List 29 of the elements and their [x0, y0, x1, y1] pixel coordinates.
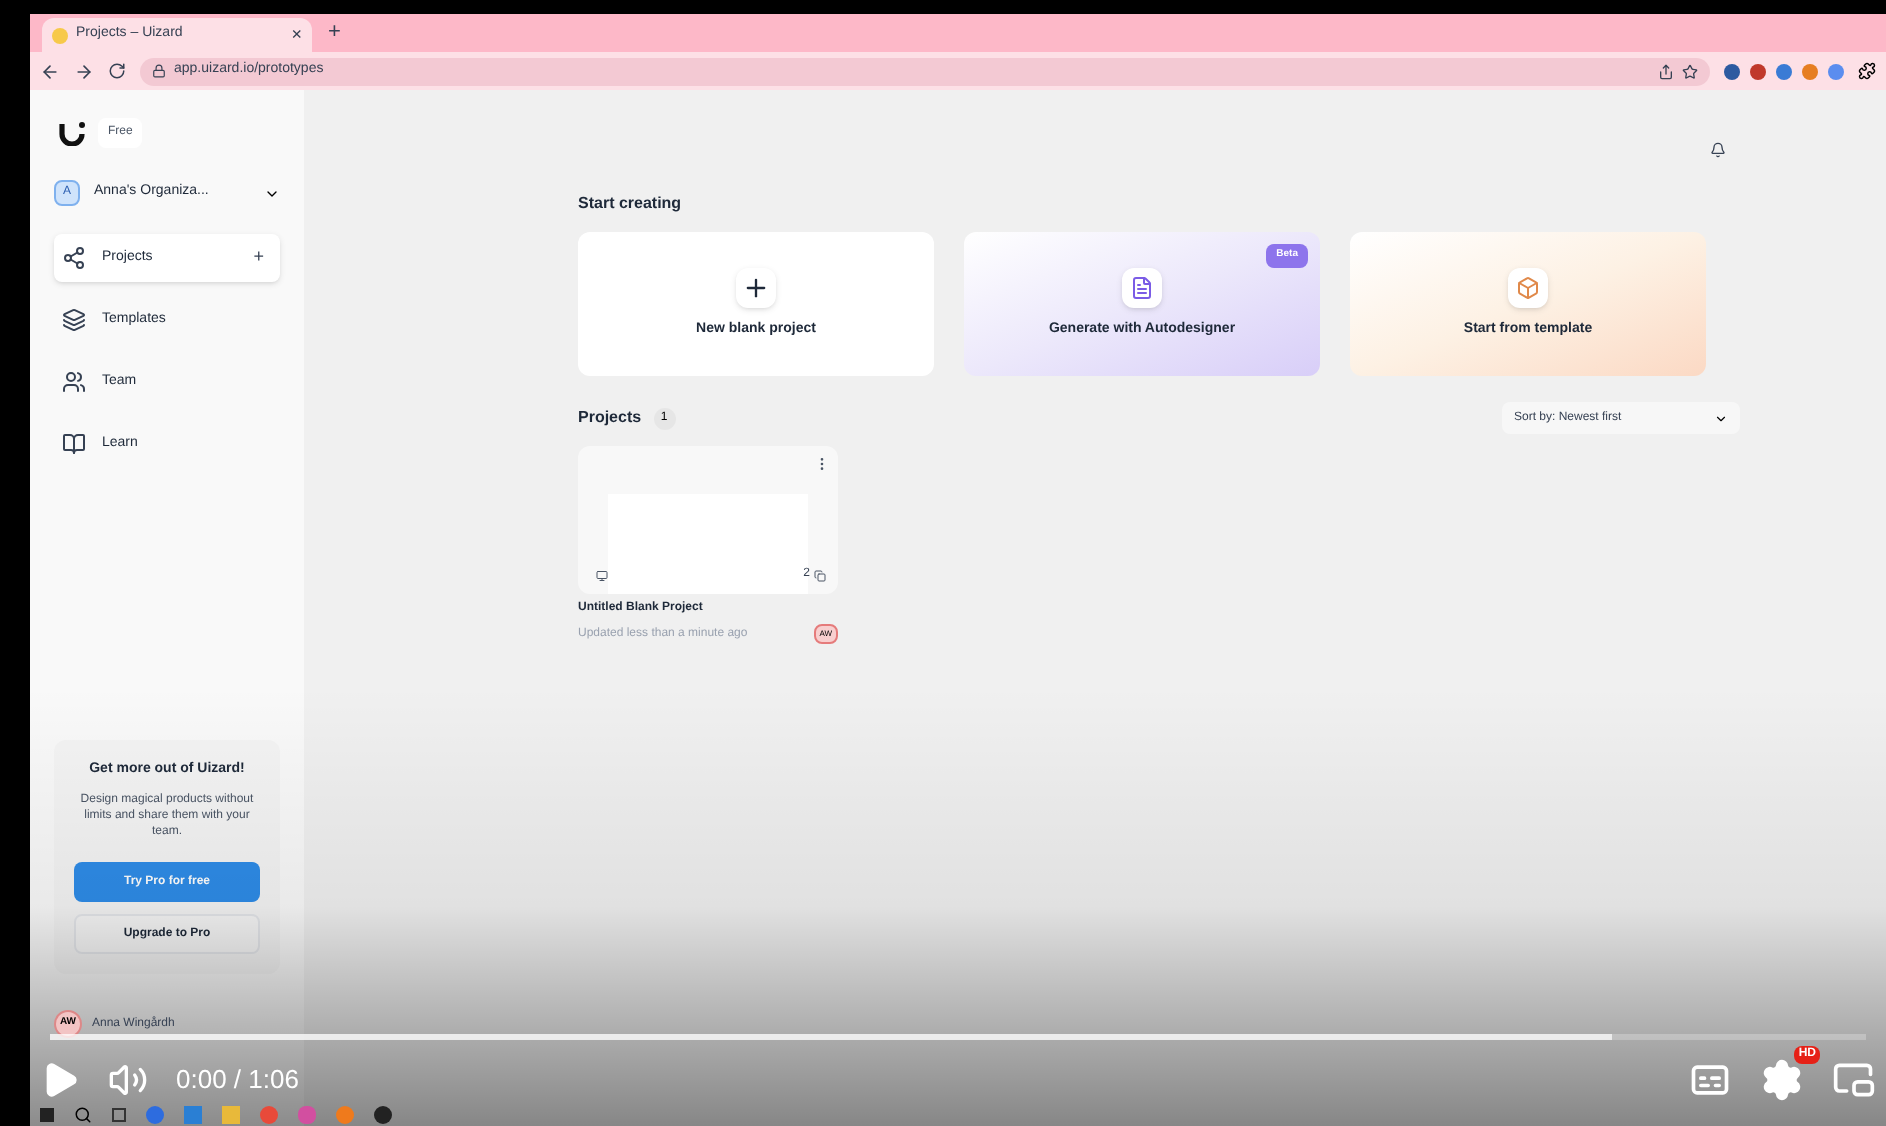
- monitor-icon: [596, 570, 608, 582]
- logo-icon: [58, 121, 86, 145]
- people-icon: [62, 370, 86, 394]
- chevron-down-icon: [1714, 411, 1728, 425]
- miniplayer-icon[interactable]: [1832, 1058, 1876, 1102]
- cube-icon: [1516, 275, 1540, 300]
- lock-icon: [152, 64, 166, 78]
- puzzle-icon[interactable]: [1858, 62, 1876, 80]
- layers-icon: [62, 308, 86, 332]
- notifications-icon[interactable]: [1710, 142, 1726, 158]
- share-icon[interactable]: [1658, 63, 1674, 79]
- section-title: Start creating: [578, 192, 684, 216]
- pages-icon: [814, 569, 826, 581]
- volume-icon[interactable]: [108, 1060, 148, 1100]
- add-project-button[interactable]: +: [253, 244, 264, 272]
- extension-icons-drawing: [1724, 63, 1844, 79]
- bookmark-star-icon[interactable]: [1682, 63, 1698, 79]
- book-icon: [62, 432, 86, 456]
- projects-heading: Projects: [578, 406, 642, 430]
- settings-icon[interactable]: [1760, 1058, 1804, 1102]
- document-icon: [1130, 275, 1154, 300]
- tab-favicon-icon: [52, 27, 68, 43]
- forward-icon[interactable]: [74, 61, 94, 81]
- tab-close-button[interactable]: ×: [291, 21, 302, 49]
- reload-icon[interactable]: [108, 62, 126, 80]
- nodes-icon: [62, 246, 86, 270]
- back-icon[interactable]: [40, 61, 60, 81]
- video-time: 0:00 / 1:06: [176, 1062, 299, 1099]
- new-tab-button[interactable]: +: [328, 15, 341, 48]
